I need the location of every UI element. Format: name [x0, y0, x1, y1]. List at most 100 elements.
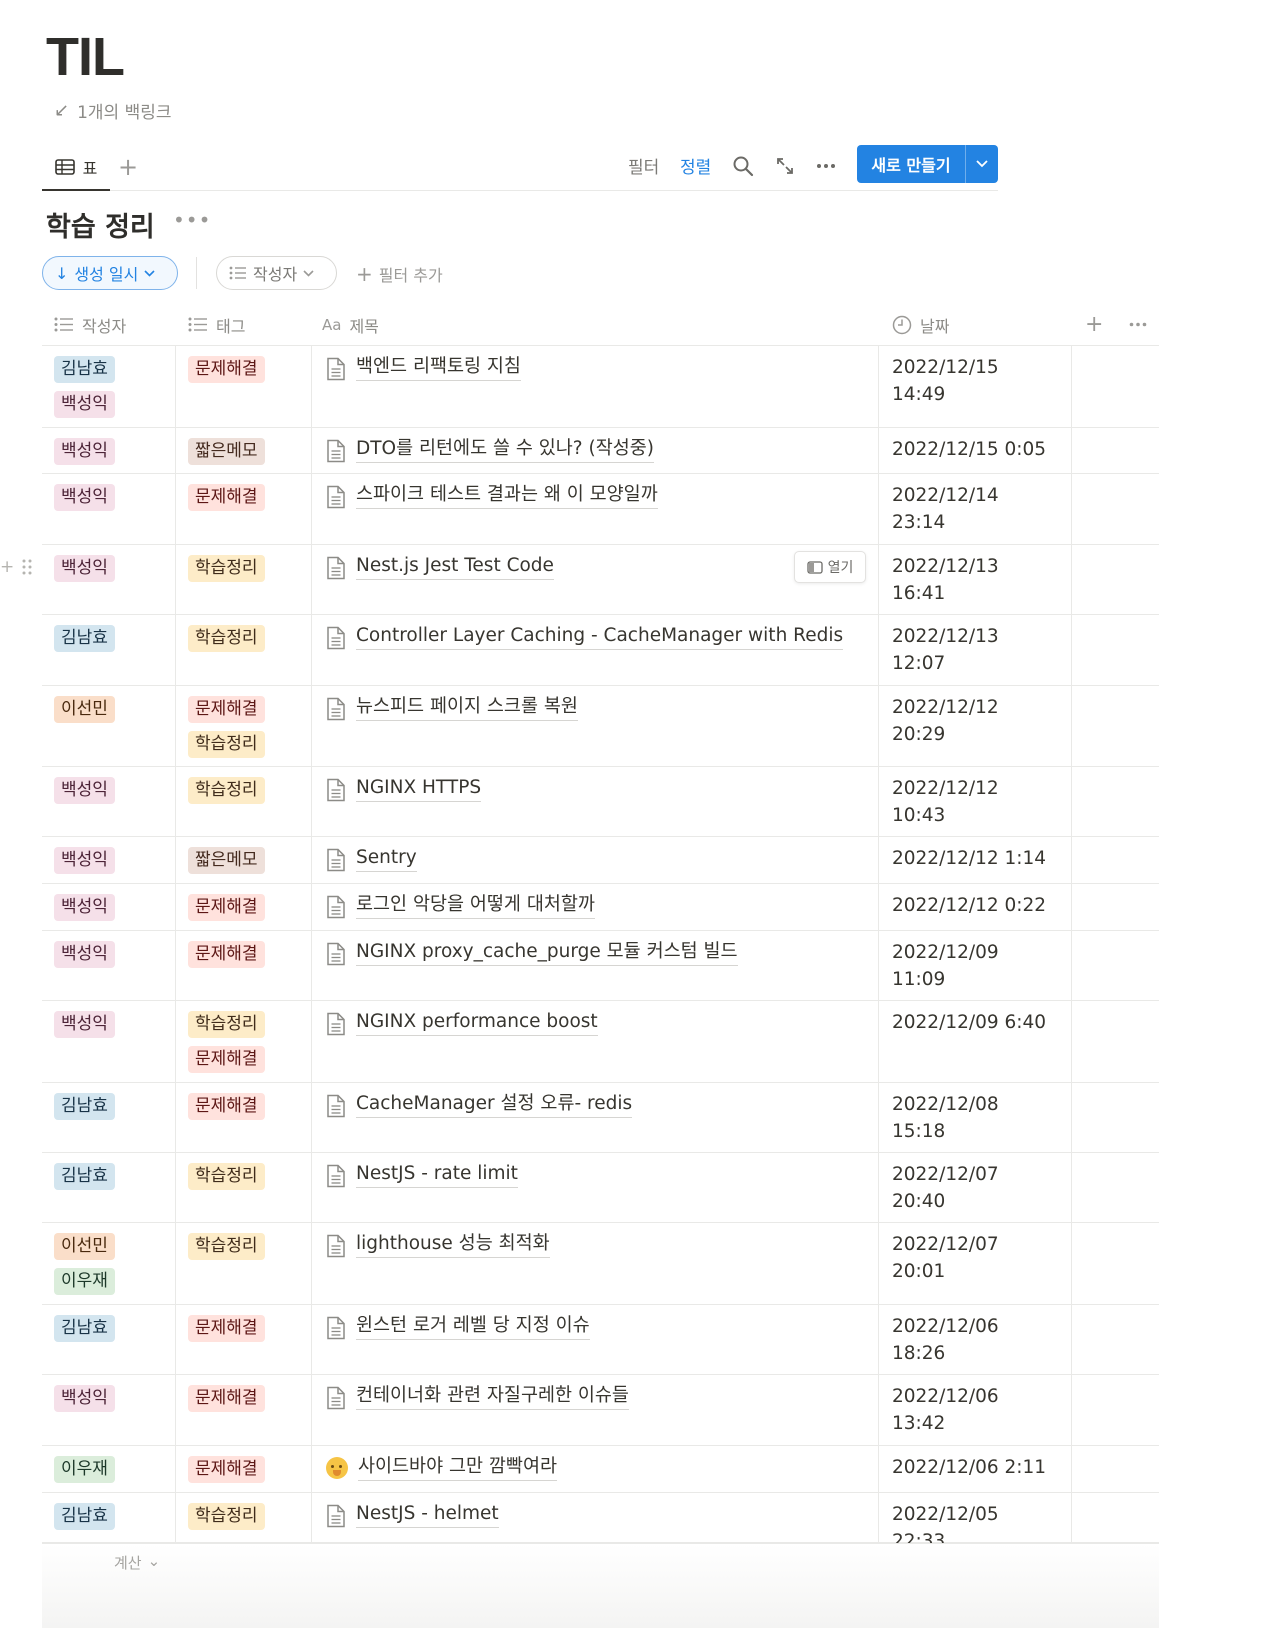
date-cell[interactable]: 2022/12/07 20:01: [879, 1223, 1072, 1304]
author-cell[interactable]: 백성익: [42, 1001, 176, 1082]
date-cell[interactable]: 2022/12/09 11:09: [879, 931, 1072, 1000]
backlinks-link[interactable]: ↙ 1개의 백링크: [54, 98, 172, 123]
tag-cell[interactable]: 짧은메모: [176, 428, 312, 473]
author-cell[interactable]: 김남효: [42, 1493, 176, 1542]
date-cell[interactable]: 2022/12/08 15:18: [879, 1083, 1072, 1152]
page-link[interactable]: NestJS - helmet: [356, 1501, 499, 1528]
page-link[interactable]: NGINX performance boost: [356, 1009, 598, 1036]
tag-cell[interactable]: 학습정리: [176, 1223, 312, 1304]
page-link[interactable]: Controller Layer Caching - CacheManager …: [356, 623, 844, 650]
author-cell[interactable]: 백성익: [42, 428, 176, 473]
add-view-icon[interactable]: +: [118, 153, 138, 181]
open-page-button[interactable]: 열기: [794, 551, 866, 583]
tag-cell[interactable]: 문제해결: [176, 1446, 312, 1492]
table-row[interactable]: 김남효 백성익 문제해결 백엔드 리팩토링 지침 2022/12/15 14:49: [42, 346, 1159, 428]
author-cell[interactable]: 백성익: [42, 1375, 176, 1445]
table-row[interactable]: 김남효 문제해결 CacheManager 설정 오류- redis 2022/…: [42, 1083, 1159, 1153]
column-header-date[interactable]: 날짜: [892, 303, 949, 346]
expand-icon[interactable]: [772, 153, 798, 179]
title-cell[interactable]: 스파이크 테스트 결과는 왜 이 모양일까: [312, 474, 879, 544]
tag-cell[interactable]: 학습정리: [176, 1153, 312, 1222]
tab-table-view[interactable]: 표: [42, 145, 110, 191]
title-cell[interactable]: Nest.js Jest Test Code 열기: [312, 545, 879, 614]
tag-cell[interactable]: 학습정리: [176, 545, 312, 614]
column-header-tag[interactable]: 태그: [188, 303, 245, 346]
calculate-button[interactable]: 계산 ⌄: [114, 1552, 160, 1573]
title-cell[interactable]: 사이드바야 그만 깜빡여라: [312, 1446, 879, 1492]
table-row[interactable]: 이선민 이우재 학습정리 lighthouse 성능 최적화 2022/12/07…: [42, 1223, 1159, 1305]
title-cell[interactable]: 컨테이너화 관련 자질구레한 이슈들: [312, 1375, 879, 1445]
tag-cell[interactable]: 문제해결: [176, 346, 312, 427]
date-cell[interactable]: 2022/12/15 0:05: [879, 428, 1072, 473]
author-cell[interactable]: 김남효: [42, 1305, 176, 1374]
author-cell[interactable]: 이우재: [42, 1446, 176, 1492]
date-cell[interactable]: 2022/12/12 1:14: [879, 837, 1072, 883]
page-link[interactable]: lighthouse 성능 최적화: [356, 1231, 550, 1258]
plus-icon[interactable]: +: [0, 557, 14, 577]
tag-cell[interactable]: 학습정리 문제해결: [176, 1001, 312, 1082]
title-cell[interactable]: 로그인 악당을 어떻게 대처할까: [312, 884, 879, 930]
table-row[interactable]: 김남효 문제해결 윈스턴 로거 레벨 당 지정 이슈 2022/12/06 18…: [42, 1305, 1159, 1375]
date-cell[interactable]: 2022/12/06 18:26: [879, 1305, 1072, 1374]
page-link[interactable]: 로그인 악당을 어떻게 대처할까: [356, 892, 595, 919]
page-link[interactable]: NGINX proxy_cache_purge 모듈 커스텀 빌드: [356, 939, 738, 966]
title-cell[interactable]: NestJS - helmet: [312, 1493, 879, 1542]
table-row[interactable]: 백성익 짧은메모 Sentry 2022/12/12 1:14: [42, 837, 1159, 884]
author-cell[interactable]: 백성익: [42, 767, 176, 836]
author-cell[interactable]: 김남효: [42, 1083, 176, 1152]
page-link[interactable]: 사이드바야 그만 깜빡여라: [358, 1454, 557, 1481]
search-icon[interactable]: [730, 153, 756, 179]
page-link[interactable]: CacheManager 설정 오류- redis: [356, 1091, 633, 1118]
title-cell[interactable]: CacheManager 설정 오류- redis: [312, 1083, 879, 1152]
sort-chip[interactable]: ↓ 생성 일시: [42, 256, 178, 290]
table-row[interactable]: 백성익 학습정리 NGINX HTTPS 2022/12/12 10:43: [42, 767, 1159, 837]
tag-cell[interactable]: 학습정리: [176, 767, 312, 836]
page-link[interactable]: 백엔드 리팩토링 지침: [356, 354, 521, 381]
table-row[interactable]: 김남효 학습정리 NestJS - helmet 2022/12/05 22:3…: [42, 1493, 1159, 1552]
new-page-button[interactable]: 새로 만들기: [857, 145, 998, 183]
page-link[interactable]: 스파이크 테스트 결과는 왜 이 모양일까: [356, 482, 658, 509]
table-row[interactable]: 백성익 학습정리 문제해결 NGINX performance boost 202…: [42, 1001, 1159, 1083]
author-cell[interactable]: 김남효: [42, 615, 176, 685]
tag-cell[interactable]: 문제해결: [176, 1375, 312, 1445]
filter-button[interactable]: 필터: [628, 153, 659, 178]
table-row[interactable]: 김남효 학습정리 NestJS - rate limit 2022/12/07 …: [42, 1153, 1159, 1223]
author-cell[interactable]: 백성익: [42, 474, 176, 544]
title-cell[interactable]: 백엔드 리팩토링 지침: [312, 346, 879, 427]
table-row[interactable]: 이선민 문제해결 학습정리 뉴스피드 페이지 스크롤 복원 2022/12/12 …: [42, 686, 1159, 767]
title-cell[interactable]: Sentry: [312, 837, 879, 883]
date-cell[interactable]: 2022/12/14 23:14: [879, 474, 1072, 544]
author-cell[interactable]: 백성익: [42, 884, 176, 930]
date-cell[interactable]: 2022/12/07 20:40: [879, 1153, 1072, 1222]
table-row[interactable]: + 백성익 학습정리 Nest.js Jest Test Code 열기 202…: [0, 545, 1159, 615]
title-cell[interactable]: NestJS - rate limit: [312, 1153, 879, 1222]
chevron-down-icon[interactable]: [966, 145, 998, 183]
database-more-icon[interactable]: •••: [173, 208, 211, 232]
table-row[interactable]: 백성익 문제해결 스파이크 테스트 결과는 왜 이 모양일까 2022/12/1…: [42, 474, 1159, 545]
date-cell[interactable]: 2022/12/09 6:40: [879, 1001, 1072, 1082]
author-cell[interactable]: 이선민 이우재: [42, 1223, 176, 1304]
add-filter-button[interactable]: + 필터 추가: [356, 262, 443, 286]
title-cell[interactable]: 윈스턴 로거 레벨 당 지정 이슈: [312, 1305, 879, 1374]
tag-cell[interactable]: 짧은메모: [176, 837, 312, 883]
title-cell[interactable]: Controller Layer Caching - CacheManager …: [312, 615, 879, 685]
page-link[interactable]: DTO를 리턴에도 쓸 수 있나? (작성중): [356, 436, 655, 463]
author-cell[interactable]: 백성익: [42, 837, 176, 883]
date-cell[interactable]: 2022/12/06 13:42: [879, 1375, 1072, 1445]
add-column-icon[interactable]: +: [1085, 303, 1103, 346]
author-filter-chip[interactable]: 작성자: [216, 256, 337, 290]
table-row[interactable]: 백성익 짧은메모 DTO를 리턴에도 쓸 수 있나? (작성중) 2022/12…: [42, 428, 1159, 474]
tag-cell[interactable]: 문제해결: [176, 884, 312, 930]
title-cell[interactable]: NGINX HTTPS: [312, 767, 879, 836]
author-cell[interactable]: 이선민: [42, 686, 176, 766]
more-options-icon[interactable]: [813, 153, 839, 179]
table-row[interactable]: 이우재 문제해결 사이드바야 그만 깜빡여라 2022/12/06 2:11: [42, 1446, 1159, 1493]
date-cell[interactable]: 2022/12/13 16:41: [879, 545, 1072, 614]
sort-button[interactable]: 정렬: [680, 153, 711, 178]
page-link[interactable]: 컨테이너화 관련 자질구레한 이슈들: [356, 1383, 629, 1410]
date-cell[interactable]: 2022/12/12 10:43: [879, 767, 1072, 836]
title-cell[interactable]: NGINX proxy_cache_purge 모듈 커스텀 빌드: [312, 931, 879, 1000]
column-more-icon[interactable]: [1129, 303, 1147, 346]
title-cell[interactable]: lighthouse 성능 최적화: [312, 1223, 879, 1304]
page-link[interactable]: NGINX HTTPS: [356, 775, 482, 802]
